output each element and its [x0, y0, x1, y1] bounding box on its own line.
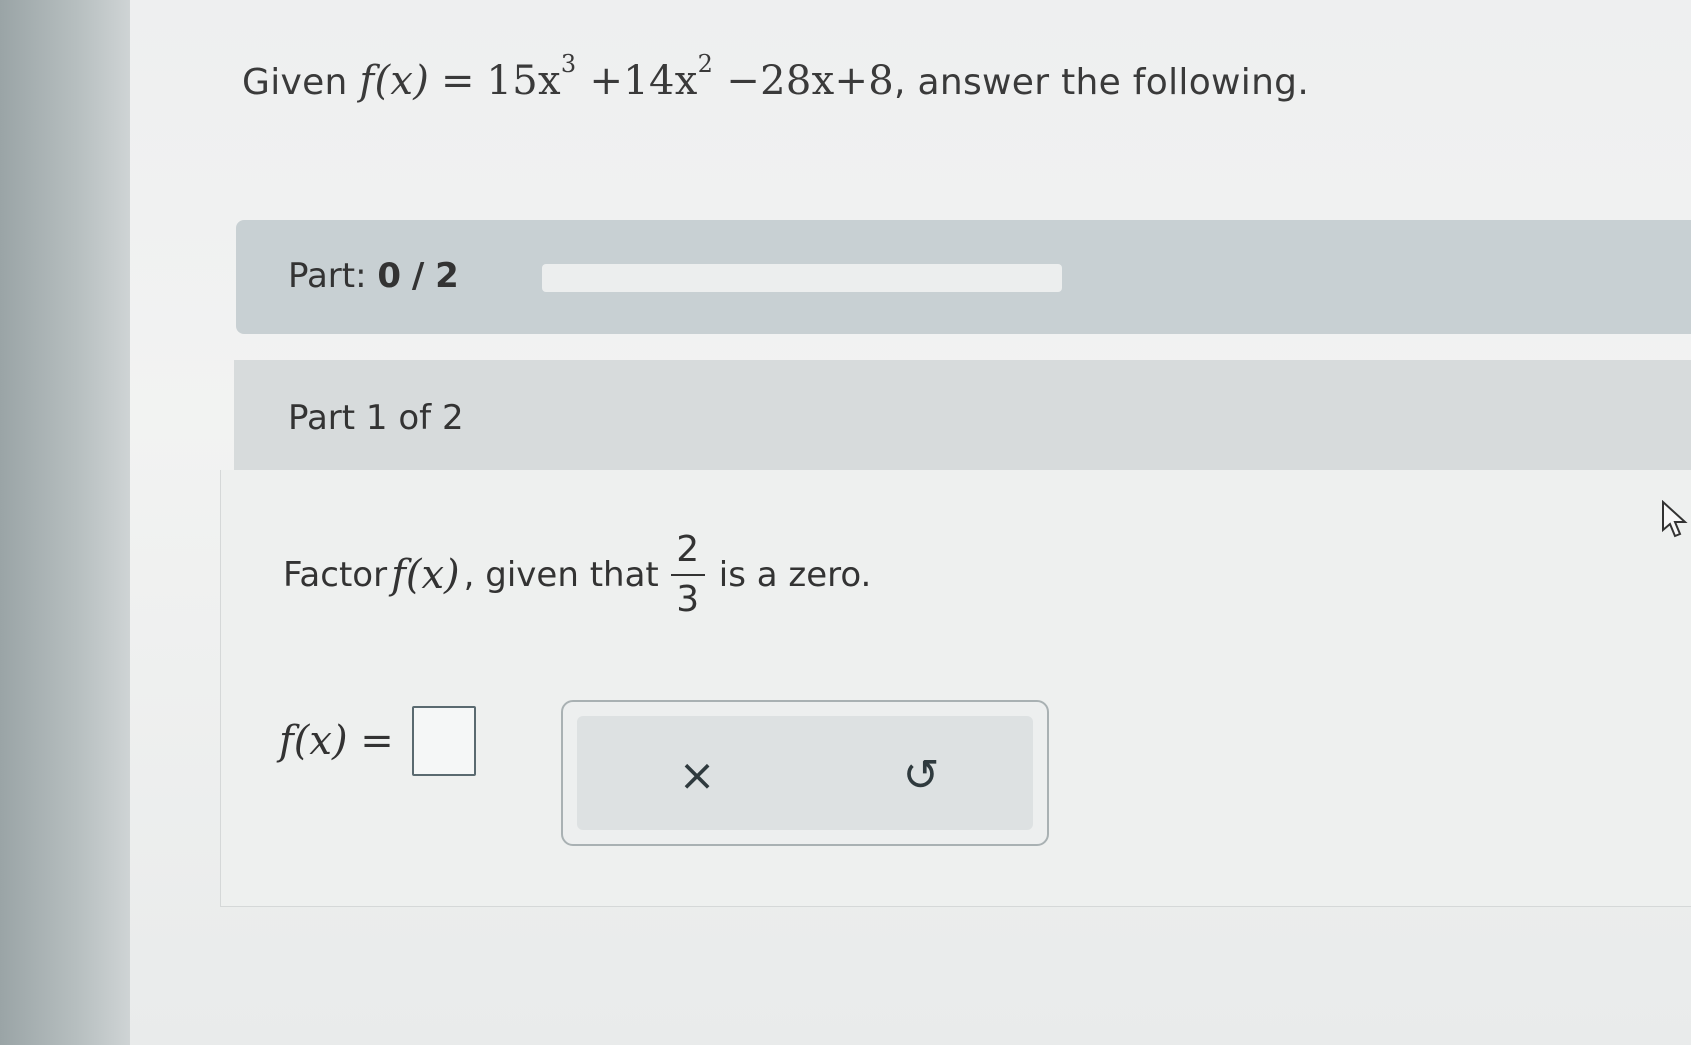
question-equals: = — [440, 58, 475, 104]
answer-tools: × ↺ — [561, 700, 1049, 846]
progress-panel: Part: 0 / 2 — [236, 220, 1691, 334]
answer-label: f(x) = — [279, 718, 394, 764]
instruction-function: f(x) — [391, 552, 460, 598]
progress-label: Part: 0 / 2 — [288, 256, 459, 296]
question-suffix: , answer the following. — [894, 62, 1310, 103]
question-prefix: Given — [242, 62, 348, 103]
screen-edge — [0, 0, 130, 1045]
question-function: f(x) — [359, 58, 430, 104]
part-header: Part 1 of 2 — [234, 360, 1691, 470]
mouse-cursor-icon — [1662, 500, 1688, 538]
part-title: Part 1 of 2 — [288, 398, 464, 438]
clear-icon[interactable]: × — [667, 746, 727, 806]
part-body: Factor f(x), given that 2 3 is a zero. f… — [220, 470, 1691, 907]
answer-tools-panel: × ↺ — [577, 716, 1033, 830]
fraction-denominator: 3 — [676, 579, 700, 620]
progress-separator: / — [411, 256, 425, 296]
fraction-numerator: 2 — [676, 529, 700, 570]
answer-row: f(x) = — [279, 706, 476, 776]
question-polynomial: 15x3 +14x2 −28x+8 — [486, 50, 895, 104]
progress-track — [542, 264, 1062, 292]
progress-current: 0 — [377, 256, 402, 296]
progress-total: 2 — [435, 256, 459, 296]
fraction-two-thirds: 2 3 — [670, 529, 705, 620]
instruction-text: Factor f(x), given that 2 3 is a zero. — [283, 529, 872, 620]
answer-input[interactable] — [411, 706, 476, 776]
question-prompt: Given f(x) = 15x3 +14x2 −28x+8, answer t… — [242, 50, 1310, 104]
undo-icon[interactable]: ↺ — [891, 746, 951, 806]
